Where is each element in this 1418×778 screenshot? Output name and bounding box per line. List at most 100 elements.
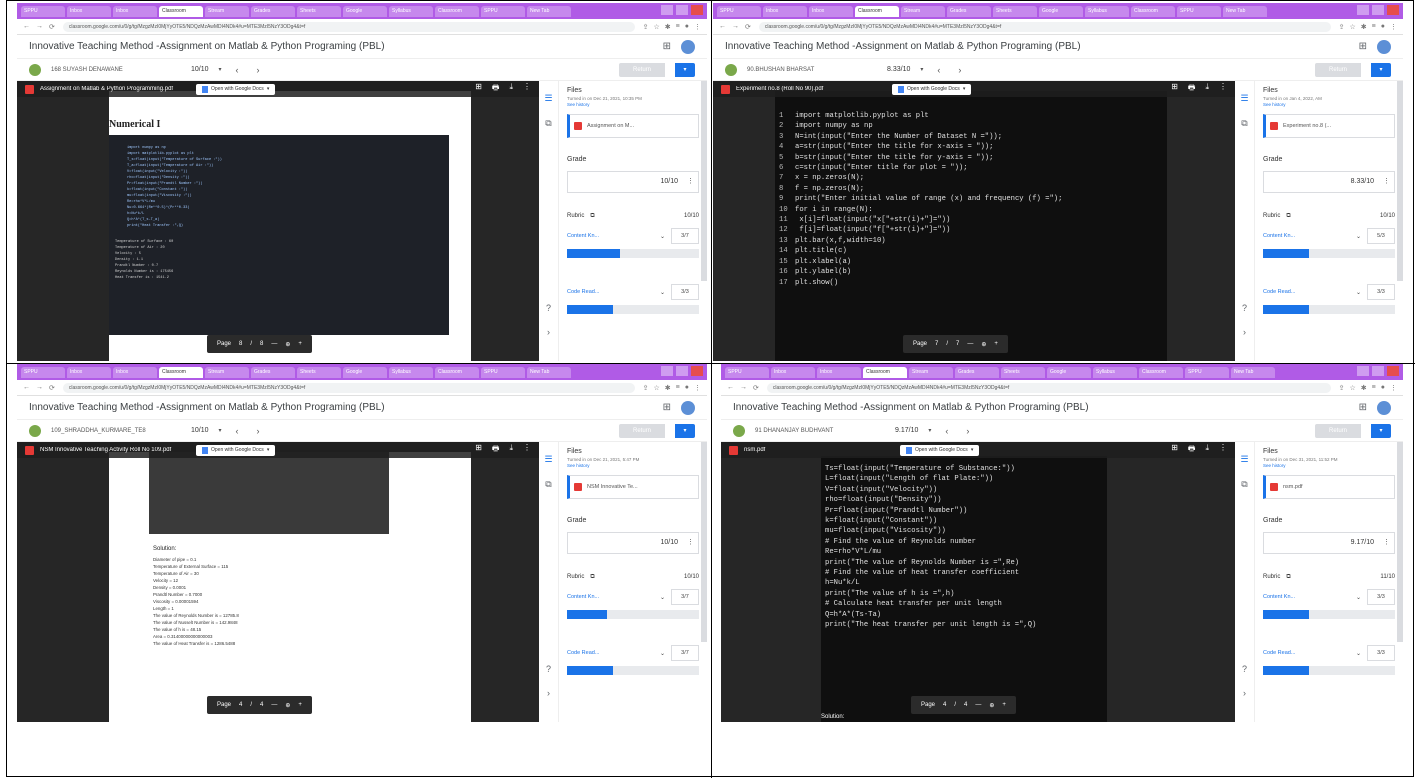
download-icon[interactable]: ⤓ (509, 82, 513, 96)
profile-icon[interactable]: ● (685, 23, 689, 31)
back-icon[interactable]: ← (23, 384, 30, 392)
see-history-link[interactable]: See history (1263, 463, 1395, 469)
return-dropdown-button[interactable]: ▾ (1371, 423, 1391, 438)
browser-tab[interactable]: Inbox (113, 366, 157, 378)
browser-tab[interactable]: Grades (251, 5, 295, 17)
menu-icon[interactable]: ⋮ (1390, 384, 1397, 392)
browser-tab[interactable]: SPPU (1185, 366, 1229, 378)
zoom-in-button[interactable]: + (298, 702, 302, 708)
student-name[interactable]: 90.BHUSHAN BHARSAT (747, 67, 877, 73)
next-student-button[interactable]: › (966, 426, 969, 436)
open-with-docs-button[interactable]: Open with Google Docs ▾ (196, 83, 276, 95)
account-avatar[interactable] (1377, 400, 1391, 415)
extensions-icon[interactable]: ✱ (1361, 23, 1367, 31)
page-number[interactable]: 4 (239, 702, 242, 708)
criterion-code-score[interactable]: 3/7 (671, 645, 699, 661)
criterion-dropdown-icon[interactable]: ⌄ (660, 233, 665, 240)
browser-tab[interactable]: Stream (205, 5, 249, 17)
page-number[interactable]: 7 (935, 341, 938, 347)
print-icon[interactable]: 🖶 (1188, 82, 1196, 96)
criterion-content-score[interactable]: 5/3 (1367, 228, 1395, 244)
browser-tab[interactable]: Classroom (435, 5, 479, 17)
criterion-content[interactable]: Content Kn... ⌄ 3/7 (567, 228, 699, 244)
browser-tab[interactable]: Syllabus (389, 366, 433, 378)
forward-icon[interactable]: → (740, 384, 747, 392)
browser-tab[interactable]: Sheets (297, 366, 341, 378)
criterion-content-score[interactable]: 3/7 (671, 228, 699, 244)
reload-icon[interactable]: ⟳ (745, 23, 751, 31)
download-icon[interactable]: ⤓ (1205, 443, 1209, 457)
rubric-open-icon[interactable]: ⧉ (1286, 213, 1290, 219)
browser-tab[interactable]: Sheets (993, 5, 1037, 17)
url-field[interactable]: classroom.google.com/u/0/g/tg/MzgzMzI0Mj… (62, 382, 635, 393)
reload-icon[interactable]: ⟳ (753, 384, 759, 392)
back-icon[interactable]: ← (727, 384, 734, 392)
return-dropdown-button[interactable]: ▾ (675, 423, 695, 438)
next-student-button[interactable]: › (257, 426, 260, 436)
browser-tab[interactable]: SPPU (481, 366, 525, 378)
criterion-content-score[interactable]: 3/3 (1367, 589, 1395, 605)
panel-scrollbar[interactable] (701, 81, 707, 281)
return-button[interactable]: Return (1315, 62, 1361, 77)
page-number[interactable]: 8 (239, 341, 242, 347)
browser-tab[interactable]: Syllabus (1085, 5, 1129, 17)
previous-student-button[interactable]: ‹ (945, 426, 948, 436)
zoom-icon[interactable]: ⊕ (285, 341, 290, 348)
zoom-in-button[interactable]: + (994, 341, 998, 347)
zoom-in-button[interactable]: + (1002, 702, 1006, 708)
browser-tab[interactable]: Grades (947, 5, 991, 17)
share-icon[interactable]: ⇪ (643, 23, 649, 31)
menu-icon[interactable]: ⋮ (694, 23, 701, 31)
criterion-dropdown-icon[interactable]: ⌄ (660, 650, 665, 657)
close-button[interactable] (1387, 5, 1399, 15)
google-apps-icon[interactable]: ⊞ (1359, 41, 1367, 52)
browser-tab[interactable]: New Tab (1223, 5, 1267, 17)
browser-tab[interactable]: New Tab (1231, 366, 1275, 378)
browser-tab[interactable]: Classroom (159, 366, 203, 378)
minimize-button[interactable] (1357, 5, 1369, 15)
return-button[interactable]: Return (619, 62, 665, 77)
more-icon[interactable]: ⋮ (523, 82, 531, 96)
collapse-panel-icon[interactable]: › (1243, 327, 1246, 337)
browser-tab[interactable]: Sheets (297, 5, 341, 17)
comments-panel-icon[interactable]: ⧉ (545, 118, 551, 129)
return-button[interactable]: Return (619, 423, 665, 438)
extensions-icon[interactable]: ✱ (1361, 384, 1367, 392)
criterion-content-label[interactable]: Content Kn... (567, 594, 654, 600)
comments-panel-icon[interactable]: ⧉ (1241, 479, 1247, 490)
more-icon[interactable]: ⋮ (1219, 443, 1227, 457)
files-panel-icon[interactable]: ☰ (544, 93, 552, 104)
criterion-code-score[interactable]: 3/3 (1367, 284, 1395, 300)
google-apps-icon[interactable]: ⊞ (663, 41, 671, 52)
criterion-code-label[interactable]: Code Read... (567, 289, 654, 295)
close-button[interactable] (691, 366, 703, 376)
browser-tab[interactable]: Google (343, 5, 387, 17)
more-icon[interactable]: ⋮ (523, 443, 531, 457)
add-comment-icon[interactable]: ⊞ (1171, 82, 1178, 96)
maximize-button[interactable] (1372, 5, 1384, 15)
browser-tab[interactable]: Inbox (67, 5, 111, 17)
star-icon[interactable]: ☆ (1350, 23, 1356, 31)
maximize-button[interactable] (676, 366, 688, 376)
criterion-dropdown-icon[interactable]: ⌄ (660, 594, 665, 601)
zoom-out-button[interactable]: — (271, 341, 277, 347)
browser-tab[interactable]: Sheets (1001, 366, 1045, 378)
url-field[interactable]: classroom.google.com/u/0/g/tg/MzgzMzI0Mj… (766, 382, 1331, 393)
files-panel-icon[interactable]: ☰ (1240, 454, 1248, 465)
criterion-code[interactable]: Code Read... ⌄ 3/3 (1263, 284, 1395, 300)
account-avatar[interactable] (681, 400, 695, 415)
criterion-code-label[interactable]: Code Read... (567, 650, 654, 656)
previous-student-button[interactable]: ‹ (236, 65, 239, 75)
open-with-docs-button[interactable]: Open with Google Docs ▾ (892, 83, 972, 95)
browser-tab[interactable]: Grades (251, 366, 295, 378)
browser-tab[interactable]: Inbox (817, 366, 861, 378)
add-comment-icon[interactable]: ⊞ (475, 82, 482, 96)
download-icon[interactable]: ⤓ (509, 443, 513, 457)
zoom-out-button[interactable]: — (975, 702, 981, 708)
back-icon[interactable]: ← (23, 23, 30, 31)
criterion-content-label[interactable]: Content Kn... (567, 233, 654, 239)
criterion-code[interactable]: Code Read... ⌄ 3/7 (567, 645, 699, 661)
rubric-open-icon[interactable]: ⧉ (590, 574, 594, 580)
zoom-icon[interactable]: ⊕ (981, 341, 986, 348)
browser-tab[interactable]: New Tab (527, 5, 571, 17)
